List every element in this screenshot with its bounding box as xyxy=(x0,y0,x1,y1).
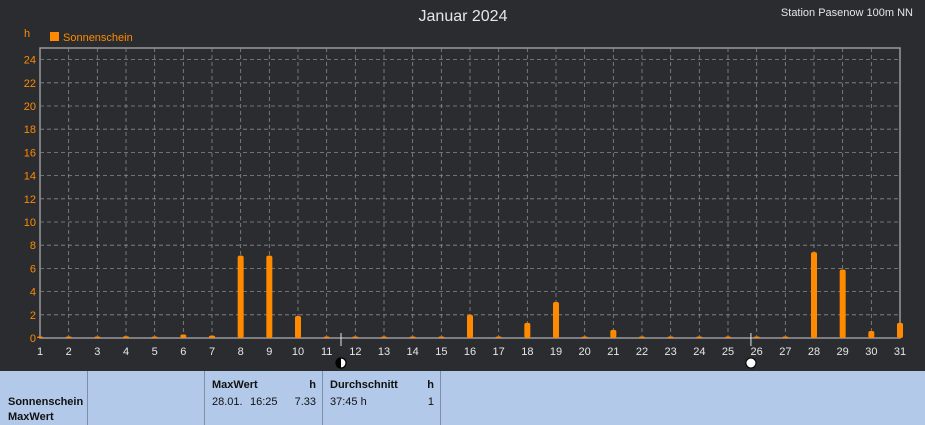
y-tick-label: 0 xyxy=(30,333,36,345)
summary-footer: Sonnenschein MaxWert MaxWert h 28.01. 16… xyxy=(0,371,925,425)
sunshine-bar xyxy=(524,322,531,338)
footer-max-cell: MaxWert h 28.01. 16:25 7.33 xyxy=(205,371,323,425)
y-tick-label: 24 xyxy=(24,55,36,67)
footer-spacer xyxy=(88,371,205,425)
x-tick-label: 24 xyxy=(693,346,705,358)
x-tick-label: 1 xyxy=(37,346,43,358)
sunshine-bar xyxy=(323,336,330,338)
x-tick-label: 30 xyxy=(865,346,877,358)
y-tick-label: 12 xyxy=(24,194,36,206)
sunshine-bar xyxy=(839,269,846,338)
sunshine-bar xyxy=(151,336,158,338)
full-moon-icon xyxy=(745,357,757,369)
y-tick-label: 8 xyxy=(30,240,36,252)
sunshine-bar xyxy=(266,255,273,338)
x-tick-label: 2 xyxy=(66,346,72,358)
x-tick-label: 27 xyxy=(779,346,791,358)
legend-label: Sonnenschein xyxy=(63,32,133,44)
x-tick-label: 7 xyxy=(209,346,215,358)
x-tick-label: 22 xyxy=(636,346,648,358)
y-tick-label: 14 xyxy=(24,171,36,183)
x-tick-label: 10 xyxy=(292,346,304,358)
x-tick-label: 9 xyxy=(266,346,272,358)
sunshine-bar xyxy=(553,302,559,338)
sunshine-bar xyxy=(467,314,473,338)
sunshine-bar xyxy=(639,336,645,338)
x-tick-label: 12 xyxy=(349,346,361,358)
x-tick-label: 29 xyxy=(837,346,849,358)
x-tick-label: 19 xyxy=(550,346,562,358)
footer-row-labels: Sonnenschein MaxWert xyxy=(0,371,88,425)
x-tick-label: 26 xyxy=(751,346,763,358)
sunshine-bar xyxy=(237,255,244,338)
x-tick-label: 6 xyxy=(180,346,186,358)
sunshine-bar xyxy=(381,336,387,338)
sunshine-bar xyxy=(868,331,875,338)
sunshine-bar xyxy=(409,336,416,338)
x-tick-label: 13 xyxy=(378,346,390,358)
x-tick-label: 14 xyxy=(407,346,419,358)
sunshine-bar xyxy=(495,336,502,338)
sunshine-bar xyxy=(352,336,359,338)
max-value: 7.33 xyxy=(294,396,316,408)
x-tick-label: 18 xyxy=(521,346,533,358)
sunshine-bar xyxy=(782,336,789,338)
sunshine-bar xyxy=(209,335,215,338)
x-tick-label: 11 xyxy=(321,346,332,358)
station-label: Station Pasenow 100m NN xyxy=(780,7,913,19)
x-tick-label: 17 xyxy=(493,346,505,358)
sunshine-bar xyxy=(610,329,617,338)
row-label-sunshine: Sonnenschein xyxy=(8,396,84,408)
x-tick-label: 25 xyxy=(722,346,734,358)
sunshine-bar xyxy=(37,336,43,338)
x-tick-label: 8 xyxy=(238,346,244,358)
row-label-maxvalue: MaxWert xyxy=(8,411,54,423)
sunshine-bar xyxy=(667,336,674,338)
y-tick-label: 20 xyxy=(24,101,36,113)
x-tick-label: 20 xyxy=(579,346,591,358)
max-date: 28.01. xyxy=(212,396,243,408)
sunshine-bar xyxy=(123,336,129,338)
x-tick-label: 21 xyxy=(607,346,619,358)
y-tick-label: 16 xyxy=(24,147,36,159)
sunshine-bar xyxy=(696,336,703,338)
avg-count: 1 xyxy=(427,396,434,408)
x-tick-label: 16 xyxy=(464,346,476,358)
y-tick-label: 18 xyxy=(24,124,36,136)
x-tick-label: 23 xyxy=(665,346,677,358)
chart-title: Januar 2024 xyxy=(419,8,508,25)
sunshine-bar xyxy=(897,322,903,338)
sunshine-bar xyxy=(811,252,817,338)
avg-unit: h xyxy=(427,379,434,391)
x-tick-label: 28 xyxy=(808,346,820,358)
y-tick-label: 6 xyxy=(30,263,36,275)
y-tick-label: 2 xyxy=(30,310,36,322)
sunshine-bar xyxy=(438,336,445,338)
y-axis-label: h xyxy=(24,28,30,40)
x-tick-label: 5 xyxy=(152,346,158,358)
x-tick-label: 31 xyxy=(894,346,906,358)
max-unit: h xyxy=(309,379,316,391)
sunshine-bar xyxy=(581,336,588,338)
x-tick-label: 15 xyxy=(435,346,447,358)
sunshine-bar xyxy=(94,336,101,338)
sunshine-chart: 0246810121416182022241 2 3 4 5 6 7 8 9 10 11 12 13 14… xyxy=(24,8,906,369)
sunshine-bar xyxy=(725,336,731,338)
sunshine-bar xyxy=(65,336,72,338)
y-tick-label: 4 xyxy=(30,287,36,299)
y-tick-label: 10 xyxy=(24,217,36,229)
max-time: 16:25 xyxy=(250,396,278,408)
avg-value: 37:45 h xyxy=(330,396,367,408)
x-tick-label: 3 xyxy=(94,346,100,358)
max-header: MaxWert xyxy=(212,379,258,391)
chart-area: 0 2 4 6 8 10 12 14 16 18 20 22 24 1 2 3 4 5 6 7 8 9 10 11 12 13 14… xyxy=(0,0,925,371)
sunshine-bar xyxy=(753,336,760,338)
sunshine-bar xyxy=(295,315,301,338)
avg-header: Durchschnitt xyxy=(330,379,398,391)
sunshine-bar xyxy=(180,334,187,338)
legend-swatch xyxy=(50,32,59,41)
y-tick-label: 22 xyxy=(24,78,36,90)
x-tick-label: 4 xyxy=(123,346,129,358)
footer-avg-cell: Durchschnitt h 37:45 h 1 xyxy=(323,371,441,425)
